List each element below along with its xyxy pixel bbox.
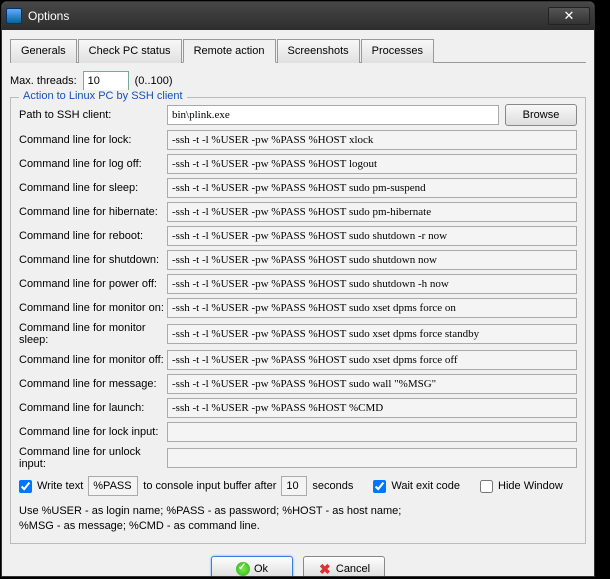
cancel-label: Cancel <box>336 563 370 575</box>
max-threads-row: Max. threads: (0..100) <box>10 71 586 91</box>
shutdown-label: Command line for shutdown: <box>19 254 167 266</box>
buffer-after-label: to console input buffer after <box>143 480 276 492</box>
hibernate-input[interactable] <box>167 202 577 222</box>
message-label: Command line for message: <box>19 378 167 390</box>
write-text-token[interactable] <box>88 476 138 496</box>
wait-exit-checkbox[interactable] <box>373 480 386 493</box>
lock-label: Command line for lock: <box>19 134 167 146</box>
lock-input[interactable] <box>167 130 577 150</box>
titlebar[interactable]: Options ✕ <box>2 2 594 30</box>
logoff-label: Command line for log off: <box>19 158 167 170</box>
fieldset-legend: Action to Linux PC by SSH client <box>19 90 187 102</box>
sleep-label: Command line for sleep: <box>19 182 167 194</box>
monitor-sleep-input[interactable] <box>167 324 577 344</box>
sleep-input[interactable] <box>167 178 577 198</box>
hibernate-label: Command line for hibernate: <box>19 206 167 218</box>
ok-button[interactable]: Ok <box>211 556 293 577</box>
app-icon <box>6 8 22 24</box>
poweroff-label: Command line for power off: <box>19 278 167 290</box>
options-row: Write text to console input buffer after… <box>19 476 577 496</box>
monitor-on-label: Command line for monitor on: <box>19 302 167 314</box>
monitor-off-input[interactable] <box>167 350 577 370</box>
message-input[interactable] <box>167 374 577 394</box>
options-dialog: Options ✕ Generals Check PC status Remot… <box>1 1 595 577</box>
max-threads-input[interactable] <box>83 71 129 91</box>
placeholder-hint: Use %USER - as login name; %PASS - as pa… <box>19 504 577 535</box>
reboot-label: Command line for reboot: <box>19 230 167 242</box>
wait-exit-label: Wait exit code <box>391 480 460 492</box>
write-text-checkbox[interactable] <box>19 480 32 493</box>
lock-input-label: Command line for lock input: <box>19 426 167 438</box>
hint-line-2: %MSG - as message; %CMD - as command lin… <box>19 519 577 534</box>
hide-window-checkbox[interactable] <box>480 480 493 493</box>
tab-bar: Generals Check PC status Remote action S… <box>10 38 586 63</box>
shutdown-input[interactable] <box>167 250 577 270</box>
ok-label: Ok <box>254 563 268 575</box>
max-threads-range: (0..100) <box>135 75 173 87</box>
unlock-input-input[interactable] <box>167 448 577 468</box>
cancel-button[interactable]: ✖ Cancel <box>303 556 385 577</box>
tab-processes[interactable]: Processes <box>361 39 434 63</box>
cancel-icon: ✖ <box>318 562 332 576</box>
tab-remote-action[interactable]: Remote action <box>183 39 276 63</box>
monitor-off-label: Command line for monitor off: <box>19 354 167 366</box>
tab-screenshots[interactable]: Screenshots <box>277 39 360 63</box>
logoff-input[interactable] <box>167 154 577 174</box>
seconds-input[interactable] <box>281 476 307 496</box>
launch-label: Command line for launch: <box>19 402 167 414</box>
close-button[interactable]: ✕ <box>548 7 590 25</box>
unlock-input-label: Command line for unlock input: <box>19 446 167 470</box>
poweroff-input[interactable] <box>167 274 577 294</box>
ssh-path-input[interactable] <box>167 105 499 125</box>
write-text-label: Write text <box>37 480 83 492</box>
content-area: Generals Check PC status Remote action S… <box>2 30 594 576</box>
reboot-input[interactable] <box>167 226 577 246</box>
seconds-label: seconds <box>312 480 353 492</box>
max-threads-label: Max. threads: <box>10 75 77 87</box>
ok-icon <box>236 562 250 576</box>
hint-line-1: Use %USER - as login name; %PASS - as pa… <box>19 504 577 519</box>
launch-input[interactable] <box>167 398 577 418</box>
dialog-buttons: Ok ✖ Cancel <box>10 556 586 577</box>
browse-button[interactable]: Browse <box>505 104 577 126</box>
monitor-on-input[interactable] <box>167 298 577 318</box>
lock-input-input[interactable] <box>167 422 577 442</box>
ssh-path-label: Path to SSH client: <box>19 109 167 121</box>
tab-generals[interactable]: Generals <box>10 39 77 63</box>
tab-check-pc-status[interactable]: Check PC status <box>78 39 182 63</box>
ssh-fieldset: Action to Linux PC by SSH client Path to… <box>10 97 586 544</box>
window-title: Options <box>28 9 548 23</box>
monitor-sleep-label: Command line for monitor sleep: <box>19 322 167 346</box>
hide-window-label: Hide Window <box>498 480 563 492</box>
